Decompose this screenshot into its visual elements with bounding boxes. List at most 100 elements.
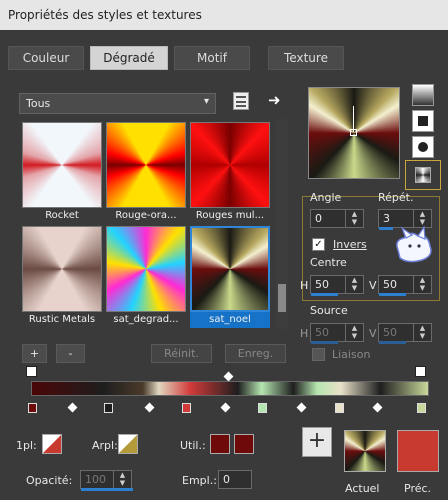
source-h-value: 50 [315,326,329,339]
gradient-item-sat-degrade[interactable]: sat_degrad... [106,226,186,328]
opacity-slider-fill[interactable] [81,488,133,491]
source-h-input[interactable]: 50 ▲ ▼ [310,323,364,344]
position-input[interactable]: 0 [218,470,252,489]
center-handle[interactable] [350,129,357,136]
tab-degrade[interactable]: Dégradé [90,46,168,70]
gradient-style-rectangular-icon[interactable] [412,110,434,132]
source-h-slider-fill[interactable] [311,341,338,344]
source-v-input[interactable]: 50 ▲ ▼ [378,323,432,344]
repeat-slider-fill[interactable] [379,227,393,230]
spin-arrows-icon[interactable]: ▲ ▼ [113,471,131,488]
tab-bar: Couleur Dégradé Motif Texture [8,46,432,72]
gradient-label: sat_degrad... [113,314,179,325]
background-label: Arpl: [92,439,118,452]
center-v-slider-fill[interactable] [379,293,406,296]
add-gradient-button[interactable]: + [22,344,47,363]
gradient-label: sat_noel [190,312,270,328]
scrollbar-thumb[interactable] [278,284,286,312]
color-midpoint[interactable] [372,402,383,413]
window-title: Propriétés des styles et textures [0,0,448,30]
gradient-thumbnail [106,226,186,312]
spin-arrows-icon[interactable]: ▲ ▼ [345,276,363,293]
reset-button[interactable]: Réinit. [151,344,212,363]
opacity-stop-left[interactable] [26,366,37,377]
gradient-label: Rocket [45,210,79,221]
color-stop[interactable] [28,403,37,413]
previous-label: Préc. [404,482,432,495]
invert-checkbox[interactable]: ✓ [312,238,325,251]
spin-arrows-icon[interactable]: ▲ ▼ [413,276,431,293]
category-value: Tous [26,97,51,110]
source-v-label: V [369,327,377,340]
tab-couleur[interactable]: Couleur [8,46,84,70]
source-label: Source [310,304,348,317]
background-swatch[interactable] [118,434,138,454]
previous-swatch[interactable] [397,430,439,472]
color-stop[interactable] [258,403,267,413]
opacity-stop-right[interactable] [415,366,426,377]
gradient-style-sunburst-icon[interactable] [405,160,441,190]
angle-value: 0 [315,212,322,225]
color-stop[interactable] [104,403,113,413]
gradient-thumbnail [190,122,270,208]
remove-gradient-button[interactable]: - [56,344,85,363]
library-menu-icon[interactable] [233,92,249,110]
spin-arrows-icon[interactable]: ▲ ▼ [345,210,363,227]
center-h-slider-fill[interactable] [311,293,338,296]
gradient-item-sat-noel[interactable]: sat_noel [190,226,270,328]
gradient-label: Rouges mul... [195,210,265,221]
gradient-item-rouges-multi[interactable]: Rouges mul... [190,122,270,224]
current-label: Actuel [345,482,380,495]
position-value: 0 [223,473,230,486]
source-v-slider-fill[interactable] [379,341,406,344]
opacity-label: Opacité: [26,474,73,487]
link-checkbox[interactable] [312,348,325,361]
chevron-down-icon: ▾ [203,96,209,107]
repeat-label: Répét. [378,191,414,204]
add-stop-button[interactable]: + [302,427,332,457]
color-stop[interactable] [182,403,191,413]
color-stop[interactable] [335,403,344,413]
gradient-style-radial-icon[interactable] [412,136,434,158]
gradient-thumbnail [106,122,186,208]
source-h-label: H [300,327,309,340]
gradient-item-rouge-orange[interactable]: Rouge-ora... [106,122,186,224]
foreground-label: 1pl: [16,439,37,452]
tab-motif[interactable]: Motif [174,46,250,70]
spin-arrows-icon[interactable]: ▲ ▼ [413,324,431,341]
center-v-value: 50 [383,278,397,291]
color-midpoint[interactable] [296,402,307,413]
gradient-thumbnail [22,226,102,312]
color-midpoint[interactable] [144,402,155,413]
source-v-value: 50 [383,326,397,339]
spin-arrows-icon[interactable]: ▲ ▼ [345,324,363,341]
save-button[interactable]: Enreg. [225,344,286,363]
user-color-swatch-2[interactable] [234,434,254,454]
gradient-label: Rouge-ora... [115,210,177,221]
gradient-item-rustic-metals[interactable]: Rustic Metals [22,226,102,328]
center-h-input[interactable]: 50 ▲ ▼ [310,275,364,296]
color-midpoint[interactable] [220,402,231,413]
gradient-item-rocket[interactable]: Rocket [22,122,102,224]
foreground-swatch[interactable] [42,434,62,454]
angle-input[interactable]: 0 ▲ ▼ [310,209,364,228]
category-select[interactable]: Tous ▾ [19,93,216,114]
gradient-preview[interactable] [308,87,400,179]
spin-arrows-icon[interactable]: ▲ ▼ [413,210,431,227]
arrow-right-icon[interactable]: ➜ [268,91,281,109]
gradient-style-linear-icon[interactable] [412,84,434,106]
opacity-input[interactable]: 100 ▲ ▼ [80,470,133,491]
angle-label: Angle [310,191,342,204]
position-label: Empl.: [182,474,217,487]
library-scrollbar[interactable] [276,119,288,329]
gradient-bar[interactable] [31,381,429,396]
center-v-input[interactable]: 50 ▲ ▼ [378,275,432,296]
tab-texture[interactable]: Texture [268,46,344,70]
color-stop[interactable] [417,403,426,413]
color-midpoint[interactable] [67,402,78,413]
opacity-midpoint[interactable] [223,371,234,382]
user-color-swatch-1[interactable] [210,434,230,454]
current-swatch[interactable] [344,430,386,472]
repeat-value: 3 [383,212,390,225]
mascot-illustration [392,225,436,266]
